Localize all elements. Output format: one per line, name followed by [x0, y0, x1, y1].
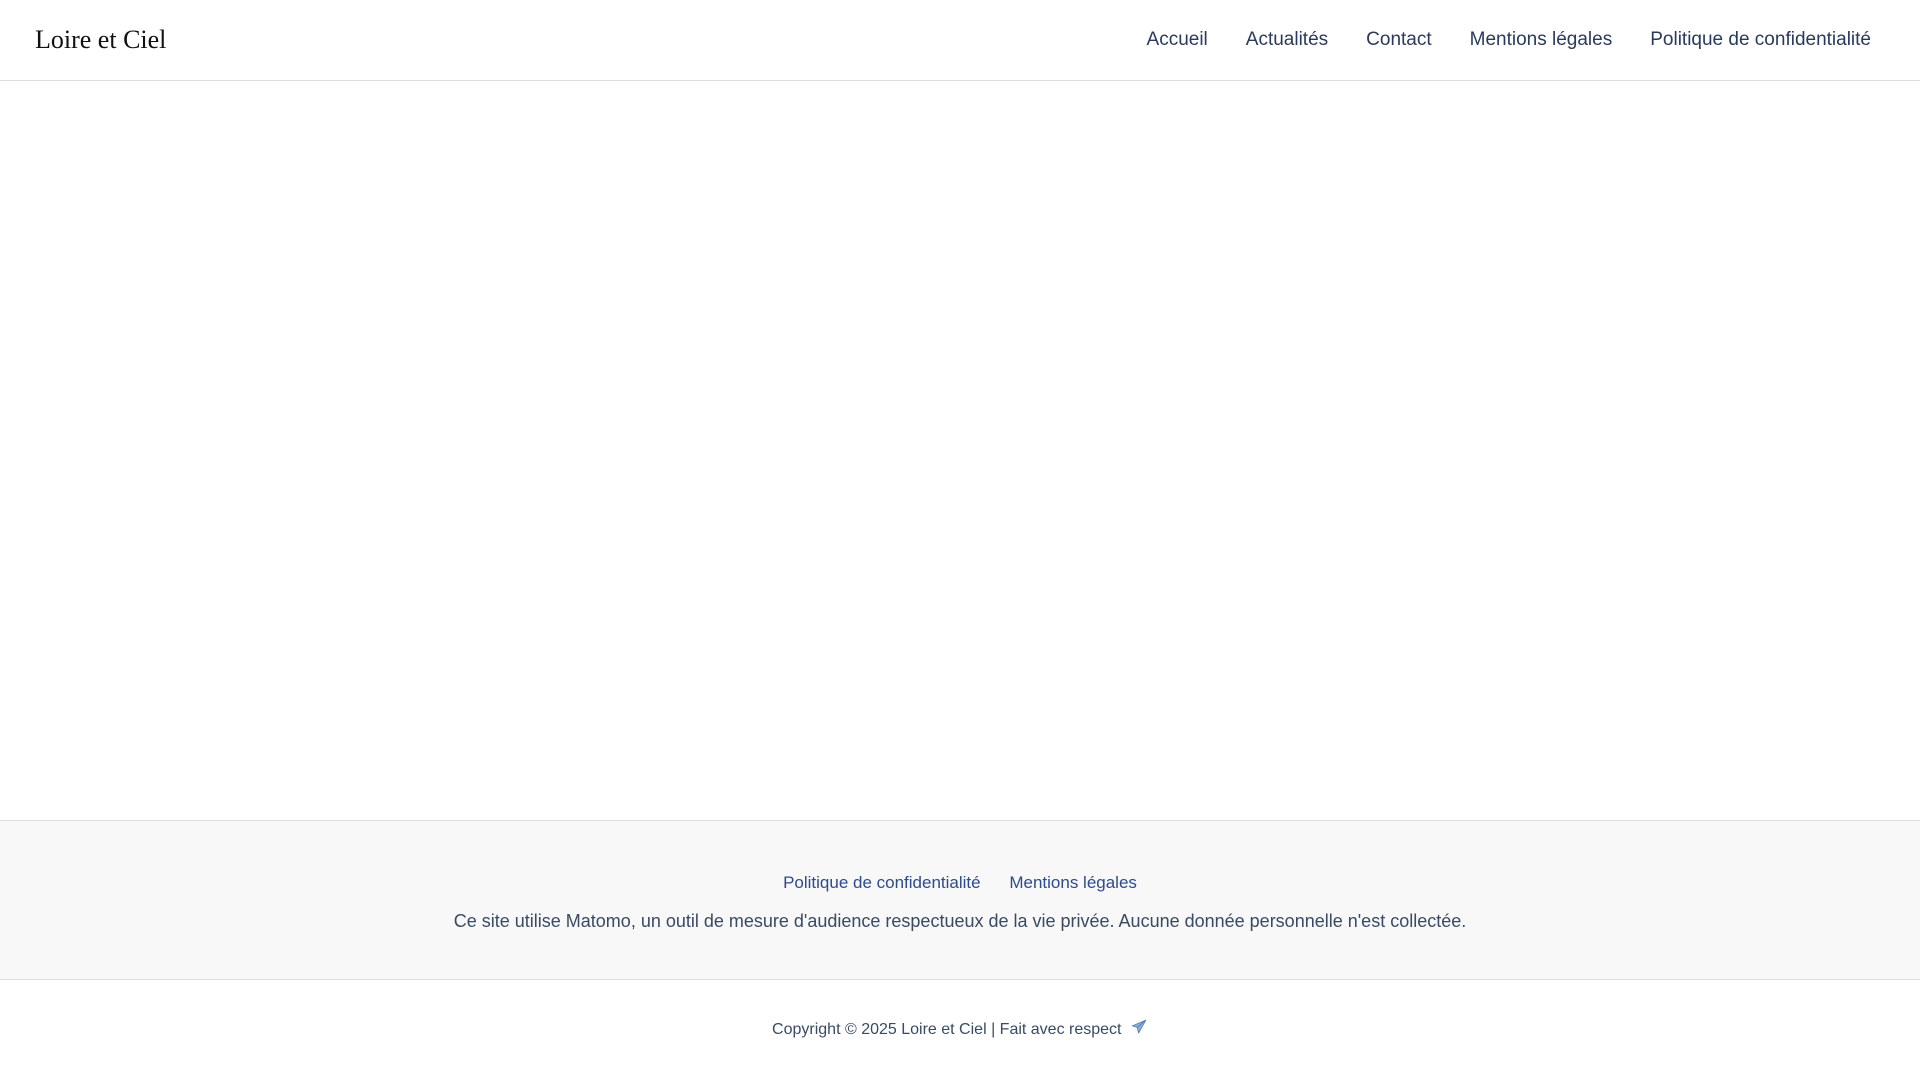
- site-header: Loire et Ciel Accueil Actualités Contact…: [0, 0, 1920, 81]
- footer-widgets: Politique de confidentialité Mentions lé…: [0, 820, 1920, 980]
- nav-item-contact[interactable]: Contact: [1347, 0, 1450, 80]
- nav-item-mentions-legales[interactable]: Mentions légales: [1451, 0, 1632, 80]
- nav-item-accueil[interactable]: Accueil: [1128, 0, 1227, 80]
- main-content: [0, 81, 1920, 820]
- airplane-icon: [1130, 1018, 1148, 1036]
- analytics-notice: Ce site utilise Matomo, un outil de mesu…: [453, 911, 1467, 931]
- footer-links: Politique de confidentialité Mentions lé…: [0, 871, 1920, 895]
- main-nav: Accueil Actualités Contact Mentions léga…: [1128, 0, 1890, 80]
- copyright: Copyright © 2025 Loire et Ciel | Fait av…: [0, 1018, 1920, 1042]
- page: Loire et Ciel Accueil Actualités Contact…: [0, 0, 1920, 1080]
- copyright-bar: Copyright © 2025 Loire et Ciel | Fait av…: [0, 980, 1920, 1080]
- footer-link-mentions-legales[interactable]: Mentions légales: [1009, 873, 1137, 892]
- nav-item-actualites[interactable]: Actualités: [1227, 0, 1347, 80]
- nav-item-politique-confidentialite[interactable]: Politique de confidentialité: [1631, 0, 1890, 80]
- site-title[interactable]: Loire et Ciel: [35, 22, 166, 58]
- footer-link-politique-confidentialite[interactable]: Politique de confidentialité: [783, 873, 981, 892]
- copyright-text: Copyright © 2025 Loire et Ciel | Fait av…: [772, 1021, 1122, 1038]
